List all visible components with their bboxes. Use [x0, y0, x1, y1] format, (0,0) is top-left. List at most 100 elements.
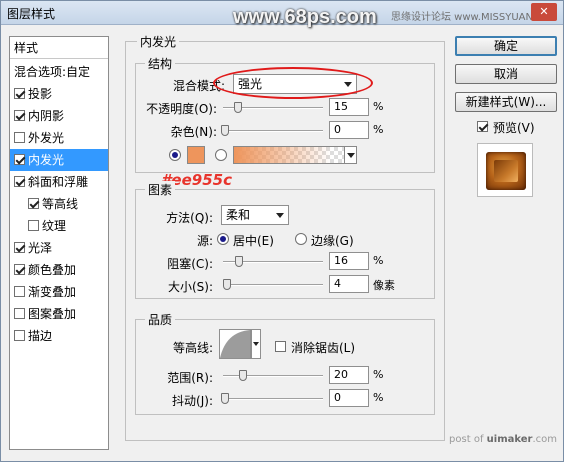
style-item-label: 颜色叠加 — [28, 263, 77, 277]
style-item-label: 斜面和浮雕 — [28, 175, 89, 189]
preview-thumbnail — [486, 152, 526, 190]
style-item-pattern-overlay[interactable]: 图案叠加 — [10, 303, 108, 325]
quality-title: 品质 — [145, 311, 176, 328]
choke-slider[interactable] — [223, 256, 323, 267]
range-slider[interactable] — [223, 370, 323, 381]
structure-title: 结构 — [145, 55, 176, 72]
choke-label: 阻塞(C): — [167, 257, 213, 271]
style-item-label: 纹理 — [42, 219, 67, 233]
drop-shadow-checkbox[interactable] — [14, 88, 25, 99]
styles-header[interactable]: 样式 — [10, 37, 108, 59]
outer-glow-checkbox[interactable] — [14, 132, 25, 143]
opacity-input[interactable]: 15 — [329, 98, 369, 116]
cancel-button[interactable]: 取消 — [455, 64, 557, 84]
style-item-inner-glow[interactable]: 内发光 — [10, 149, 108, 171]
style-item-contour[interactable]: 等高线 — [10, 193, 108, 215]
style-item-outer-glow[interactable]: 外发光 — [10, 127, 108, 149]
style-item-satin[interactable]: 光泽 — [10, 237, 108, 259]
opacity-slider-thumb[interactable] — [234, 102, 242, 113]
size-slider[interactable] — [223, 279, 323, 290]
source-edge-label: 边缘(G) — [311, 234, 354, 248]
footer-suffix: .com — [532, 434, 557, 445]
style-item-label: 图案叠加 — [28, 307, 77, 321]
preview-label: 预览(V) — [493, 121, 535, 135]
glow-color-swatch[interactable] — [187, 146, 205, 164]
inner-glow-checkbox[interactable] — [14, 154, 25, 165]
site-watermark: www.68ps.com — [233, 6, 377, 28]
style-item-label: 光泽 — [28, 241, 53, 255]
elements-title: 图素 — [145, 181, 176, 198]
jitter-slider-thumb[interactable] — [221, 393, 229, 404]
size-unit: 像素 — [373, 279, 395, 292]
choke-slider-thumb[interactable] — [235, 256, 243, 267]
inner-shadow-checkbox[interactable] — [14, 110, 25, 121]
size-input[interactable]: 4 — [329, 275, 369, 293]
method-select[interactable]: 柔和 — [221, 205, 289, 225]
chevron-down-icon — [253, 342, 259, 346]
contour-label: 等高线: — [172, 341, 213, 355]
antialias-label: 消除锯齿(L) — [291, 341, 356, 355]
gradient-radio[interactable] — [215, 149, 227, 161]
inner-glow-title: 内发光 — [137, 33, 180, 50]
preview-checkbox[interactable] — [477, 121, 488, 132]
opacity-unit: % — [373, 100, 384, 113]
size-label: 大小(S): — [167, 280, 213, 294]
method-label: 方法(Q): — [166, 211, 213, 225]
choke-unit: % — [373, 254, 384, 267]
stroke-checkbox[interactable] — [14, 330, 25, 341]
gradient-dropdown[interactable] — [344, 147, 356, 163]
title-bar: 图层样式 www.68ps.com 思缘设计论坛 www.MISSYUAN.co… — [1, 1, 563, 28]
style-item-color-overlay[interactable]: 颜色叠加 — [10, 259, 108, 281]
satin-checkbox[interactable] — [14, 242, 25, 253]
noise-slider-thumb[interactable] — [221, 125, 229, 136]
style-item-label: 内阴影 — [28, 109, 65, 123]
close-button[interactable]: ✕ — [531, 3, 557, 21]
style-item-inner-shadow[interactable]: 内阴影 — [10, 105, 108, 127]
range-slider-thumb[interactable] — [239, 370, 247, 381]
source-label: 源: — [196, 234, 213, 248]
layer-style-dialog: 图层样式 www.68ps.com 思缘设计论坛 www.MISSYUAN.co… — [0, 0, 564, 462]
style-item-gradient-overlay[interactable]: 渐变叠加 — [10, 281, 108, 303]
style-item-bevel-emboss[interactable]: 斜面和浮雕 — [10, 171, 108, 193]
contour-dropdown[interactable] — [251, 329, 261, 359]
texture-checkbox[interactable] — [28, 220, 39, 231]
window-title: 图层样式 — [7, 7, 56, 21]
blend-mode-label: 混合模式: — [172, 79, 225, 93]
noise-slider[interactable] — [221, 125, 323, 136]
opacity-slider[interactable] — [223, 102, 323, 113]
gradient-picker[interactable] — [233, 146, 357, 164]
new-style-button[interactable]: 新建样式(W)... — [455, 92, 557, 112]
range-input[interactable]: 20 — [329, 366, 369, 384]
source-center-radio[interactable] — [217, 233, 229, 245]
noise-label: 杂色(N): — [170, 125, 217, 139]
choke-input[interactable]: 16 — [329, 252, 369, 270]
style-item-stroke[interactable]: 描边 — [10, 325, 108, 347]
highlight-ellipse — [213, 67, 373, 99]
style-item-texture[interactable]: 纹理 — [10, 215, 108, 237]
noise-unit: % — [373, 123, 384, 136]
antialias-checkbox[interactable] — [275, 341, 286, 352]
noise-input[interactable]: 0 — [329, 121, 369, 139]
style-item-label: 等高线 — [42, 197, 79, 211]
close-icon: ✕ — [539, 5, 549, 18]
jitter-unit: % — [373, 391, 384, 404]
preview-inner-square — [494, 160, 518, 182]
blend-options-item[interactable]: 混合选项:自定 — [10, 61, 108, 83]
style-item-drop-shadow[interactable]: 投影 — [10, 83, 108, 105]
bevel-emboss-checkbox[interactable] — [14, 176, 25, 187]
contour-checkbox[interactable] — [28, 198, 39, 209]
color-overlay-checkbox[interactable] — [14, 264, 25, 275]
method-value: 柔和 — [226, 208, 251, 222]
gradient-overlay-checkbox[interactable] — [14, 286, 25, 297]
pattern-overlay-checkbox[interactable] — [14, 308, 25, 319]
ok-button[interactable]: 确定 — [455, 36, 557, 56]
jitter-input[interactable]: 0 — [329, 389, 369, 407]
style-item-label: 渐变叠加 — [28, 285, 77, 299]
size-slider-thumb[interactable] — [223, 279, 231, 290]
range-unit: % — [373, 368, 384, 381]
jitter-slider[interactable] — [221, 393, 323, 404]
solid-color-radio[interactable] — [169, 149, 181, 161]
source-edge-radio[interactable] — [295, 233, 307, 245]
contour-picker[interactable] — [219, 329, 251, 359]
style-item-label: 外发光 — [28, 131, 65, 145]
